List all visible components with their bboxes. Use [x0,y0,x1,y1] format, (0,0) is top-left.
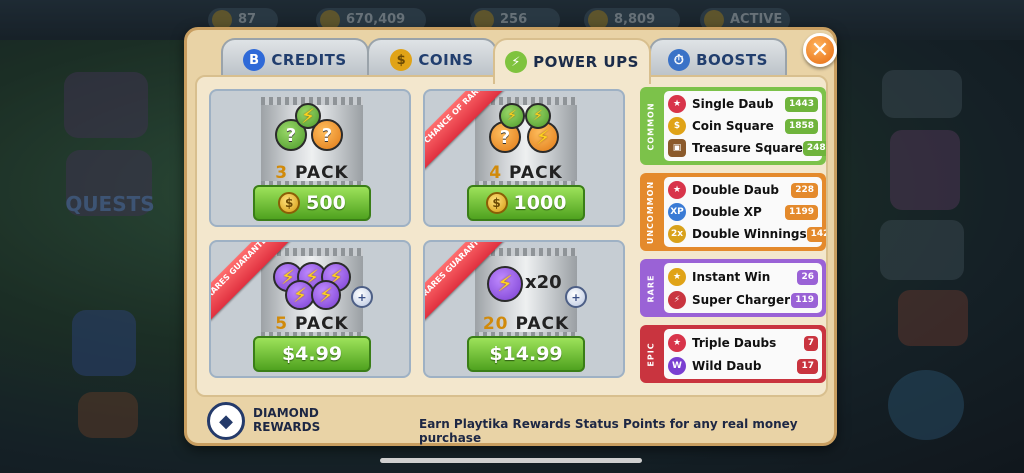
powerup-row: ★ Double Daub 228 [668,180,818,200]
coin-icon: $ [390,49,413,71]
bolt-powerup-icon: ⚡ [311,280,341,310]
double-xp-icon: XP [668,203,686,221]
pack-card-4[interactable]: ? ⚡ ⚡ ⚡ CHANCE OF RARE 4 PACK $ 1000 [423,89,625,227]
price-label: 500 [306,192,346,214]
triple-daubs-icon: ★ [668,334,686,352]
super-charger-icon: ⚡ [668,291,686,309]
diamond-rewards-brand: DIAMOND REWARDS [253,406,321,434]
powerup-count: 1443 [784,96,818,112]
powerup-count: 119 [791,292,818,308]
pack-card-3[interactable]: ? ? ⚡ 3 PACK $ 500 [209,89,411,227]
bolt-powerup-icon: ⚡ [487,266,523,302]
tab-credits[interactable]: B CREDITS [221,38,369,80]
powerup-count: 1199 [784,204,818,220]
coin-icon: $ [485,192,508,214]
bolt-powerup-icon: ⚡ [295,103,321,129]
rarity-group-common: COMMON ★ Single Daub 1443 $ Coin Square … [640,87,826,165]
powerup-count: 228 [791,182,818,198]
powerup-row: ★ Instant Win 26 [668,267,818,287]
tab-power-ups[interactable]: ⚡ POWER UPS [493,38,651,84]
powerup-row: ⚡ Super Charger 119 [668,290,818,310]
pack-label: 4 PACK [489,163,563,183]
price-label: $14.99 [489,343,563,365]
single-daub-icon: ★ [668,95,686,113]
tab-power-ups-label: POWER UPS [533,53,639,71]
bolt-icon: ⚡ [505,51,528,73]
rarity-list: ★ Instant Win 26 ⚡ Super Charger 119 [664,263,822,313]
credits-icon: B [243,49,266,71]
coin-icon: $ [278,192,301,214]
tab-coins[interactable]: $ COINS [367,38,497,80]
tab-boosts[interactable]: ⏱ BOOSTS [649,38,787,80]
price-label: $4.99 [281,343,343,365]
pack-label: 3 PACK [275,163,349,183]
powerup-row: ▣ Treasure Square 2485 [668,138,826,158]
wild-daub-icon: W [668,357,686,375]
rarity-tier-label: RARE [646,274,656,302]
powerup-count: 1858 [784,118,818,134]
rarity-tier-label: UNCOMMON [646,180,656,244]
multiplier-label: x20 [525,272,562,293]
pack-card-20[interactable]: ⚡ x20 + 20 RARES GUARANTEED! 20 PACK $14… [423,240,625,378]
treasure-square-icon: ▣ [668,139,686,157]
instant-win-icon: ★ [668,268,686,286]
powerup-row: W Wild Daub 17 [668,356,818,376]
rarity-group-uncommon: UNCOMMON ★ Double Daub 228 XP Double XP … [640,173,826,251]
pack-label: 5 PACK [275,314,349,334]
powerup-row: XP Double XP 1199 [668,202,818,222]
diamond-rewards-bonus-icon: + [351,286,373,308]
buy-button[interactable]: $4.99 [253,336,371,372]
double-daub-icon: ★ [668,181,686,199]
pack-label: 20 PACK [482,314,570,334]
rarity-group-epic: EPIC ★ Triple Daubs 7 W Wild Daub 17 [640,325,826,383]
rarity-group-rare: RARE ★ Instant Win 26 ⚡ Super Charger 11… [640,259,826,317]
bolt-powerup-icon: ⚡ [525,103,551,129]
coin-square-icon: $ [668,117,686,135]
tab-content-panel: ? ? ⚡ 3 PACK $ 500 ? ⚡ ⚡ ⚡ CHANCE OF RAR… [195,75,828,397]
bolt-powerup-icon: ⚡ [499,103,525,129]
pack-card-5[interactable]: ⚡ ⚡ ⚡ ⚡ ⚡ + 5 RARES GUARANTEED! 5 PACK $… [209,240,411,378]
stopwatch-icon: ⏱ [668,49,691,71]
home-indicator[interactable] [380,458,642,463]
powerup-row: 2x Double Winnings 1427 [668,224,826,244]
powerup-count: 17 [797,358,818,374]
tab-credits-label: CREDITS [271,51,347,69]
shop-dialog: B CREDITS $ COINS ⚡ POWER UPS ⏱ BOOSTS ✕… [184,27,837,446]
tab-boosts-label: BOOSTS [696,51,768,69]
rewards-note: Earn Playtika Rewards Status Points for … [419,417,798,445]
diamond-rewards-bonus-icon: + [565,286,587,308]
tab-coins-label: COINS [418,51,474,69]
powerup-row: $ Coin Square 1858 [668,116,818,136]
price-label: 1000 [513,192,567,214]
powerup-count: 1427 [806,226,826,242]
rarity-list: ★ Double Daub 228 XP Double XP 1199 2x D… [664,177,826,247]
powerup-count: 2485 [802,140,826,156]
rarity-tier-label: COMMON [646,101,656,151]
rarity-tier-label: EPIC [646,341,656,367]
diamond-rewards-logo-icon: ◆ [207,402,245,440]
buy-button[interactable]: $14.99 [467,336,585,372]
rarity-list: ★ Triple Daubs 7 W Wild Daub 17 [664,329,822,379]
close-button[interactable]: ✕ [803,33,837,67]
close-icon: ✕ [810,37,830,63]
powerup-row: ★ Triple Daubs 7 [668,333,818,353]
powerup-row: ★ Single Daub 1443 [668,94,818,114]
buy-button[interactable]: $ 1000 [467,185,585,221]
powerup-count: 26 [797,269,818,285]
buy-button[interactable]: $ 500 [253,185,371,221]
rarity-list: ★ Single Daub 1443 $ Coin Square 1858 ▣ … [664,91,826,161]
double-winnings-icon: 2x [668,225,686,243]
powerup-count: 7 [803,335,818,351]
